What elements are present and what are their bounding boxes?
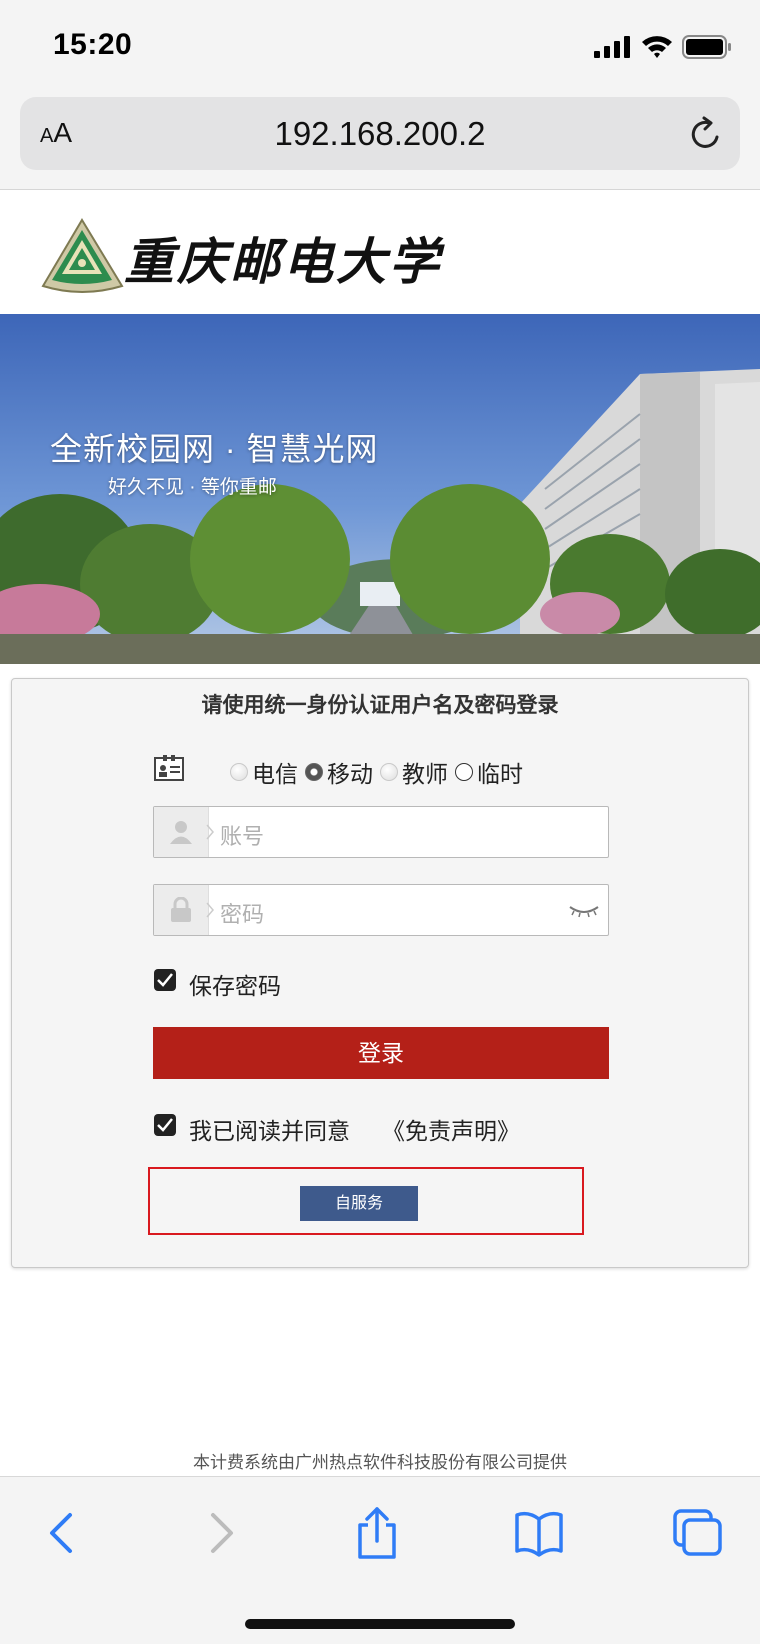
- radio-temporary[interactable]: 临时: [455, 755, 523, 789]
- reload-icon[interactable]: [687, 115, 725, 153]
- account-input[interactable]: 账号: [220, 819, 264, 851]
- field-caret-icon: [206, 824, 214, 840]
- radio-dot[interactable]: [230, 763, 248, 781]
- show-password-eye-icon[interactable]: [568, 903, 600, 919]
- back-icon[interactable]: [38, 1507, 88, 1559]
- wifi-icon: [642, 36, 672, 58]
- radio-dot-selected[interactable]: [305, 763, 323, 781]
- agree-checkbox[interactable]: [154, 1114, 176, 1136]
- carrier-radio-group: 电信 移动 教师 临时: [230, 755, 530, 789]
- url-text[interactable]: 192.168.200.2: [20, 115, 740, 153]
- radio-dot[interactable]: [380, 763, 398, 781]
- lock-icon: [171, 897, 191, 922]
- radio-teacher[interactable]: 教师: [380, 755, 448, 789]
- banner-subtitle: 好久不见 · 等你重邮: [108, 477, 277, 498]
- account-field[interactable]: 账号: [153, 806, 609, 858]
- login-title: 请使用统一身份认证用户名及密码登录: [201, 694, 559, 717]
- save-password-checkbox[interactable]: [154, 969, 176, 991]
- login-panel: 请使用统一身份认证用户名及密码登录 电信 移动 教师 临时 账号 密码 保存密码…: [11, 678, 749, 1268]
- address-bar[interactable]: AA 192.168.200.2: [20, 97, 740, 170]
- save-password-label[interactable]: 保存密码: [189, 967, 281, 1001]
- password-input[interactable]: 密码: [220, 897, 264, 929]
- tabs-icon[interactable]: [672, 1507, 722, 1559]
- footer-provider-text: 本计费系统由广州热点软件科技股份有限公司提供: [193, 1453, 567, 1472]
- self-service-button[interactable]: 自服务: [300, 1186, 418, 1221]
- user-icon: [170, 821, 192, 844]
- status-time: 15:20: [53, 28, 133, 61]
- share-icon[interactable]: [352, 1507, 402, 1559]
- id-card-icon: [154, 755, 184, 781]
- self-service-highlight-box: 自服务: [148, 1167, 584, 1235]
- radio-telecom[interactable]: 电信: [230, 755, 298, 789]
- university-name-logo: 重庆邮电大学: [124, 232, 442, 291]
- login-button[interactable]: 登录: [153, 1027, 609, 1079]
- radio-dot[interactable]: [455, 763, 473, 781]
- browser-toolbar: [0, 1476, 760, 1644]
- field-caret-icon: [206, 902, 214, 918]
- checkmark-icon: [157, 973, 173, 987]
- browser-address-area: AA 192.168.200.2: [0, 95, 760, 190]
- cellular-signal-icon: [594, 36, 630, 58]
- university-logo: [41, 218, 124, 293]
- battery-icon: [682, 35, 731, 59]
- radio-mobile[interactable]: 移动: [305, 755, 373, 789]
- banner-title: 全新校园网 · 智慧光网: [50, 431, 379, 467]
- agree-label[interactable]: 我已阅读并同意: [189, 1112, 350, 1146]
- password-icon-box: [154, 885, 209, 935]
- campus-banner: 全新校园网 · 智慧光网 好久不见 · 等你重邮: [0, 314, 760, 664]
- bookmarks-icon[interactable]: [514, 1507, 564, 1559]
- status-bar: 15:20: [0, 0, 760, 95]
- checkmark-icon: [157, 1118, 173, 1132]
- account-icon-box: [154, 807, 209, 857]
- password-field[interactable]: 密码: [153, 884, 609, 936]
- disclaimer-link[interactable]: 《免责声明》: [382, 1112, 520, 1146]
- forward-icon[interactable]: [195, 1507, 245, 1559]
- home-indicator: [245, 1619, 515, 1629]
